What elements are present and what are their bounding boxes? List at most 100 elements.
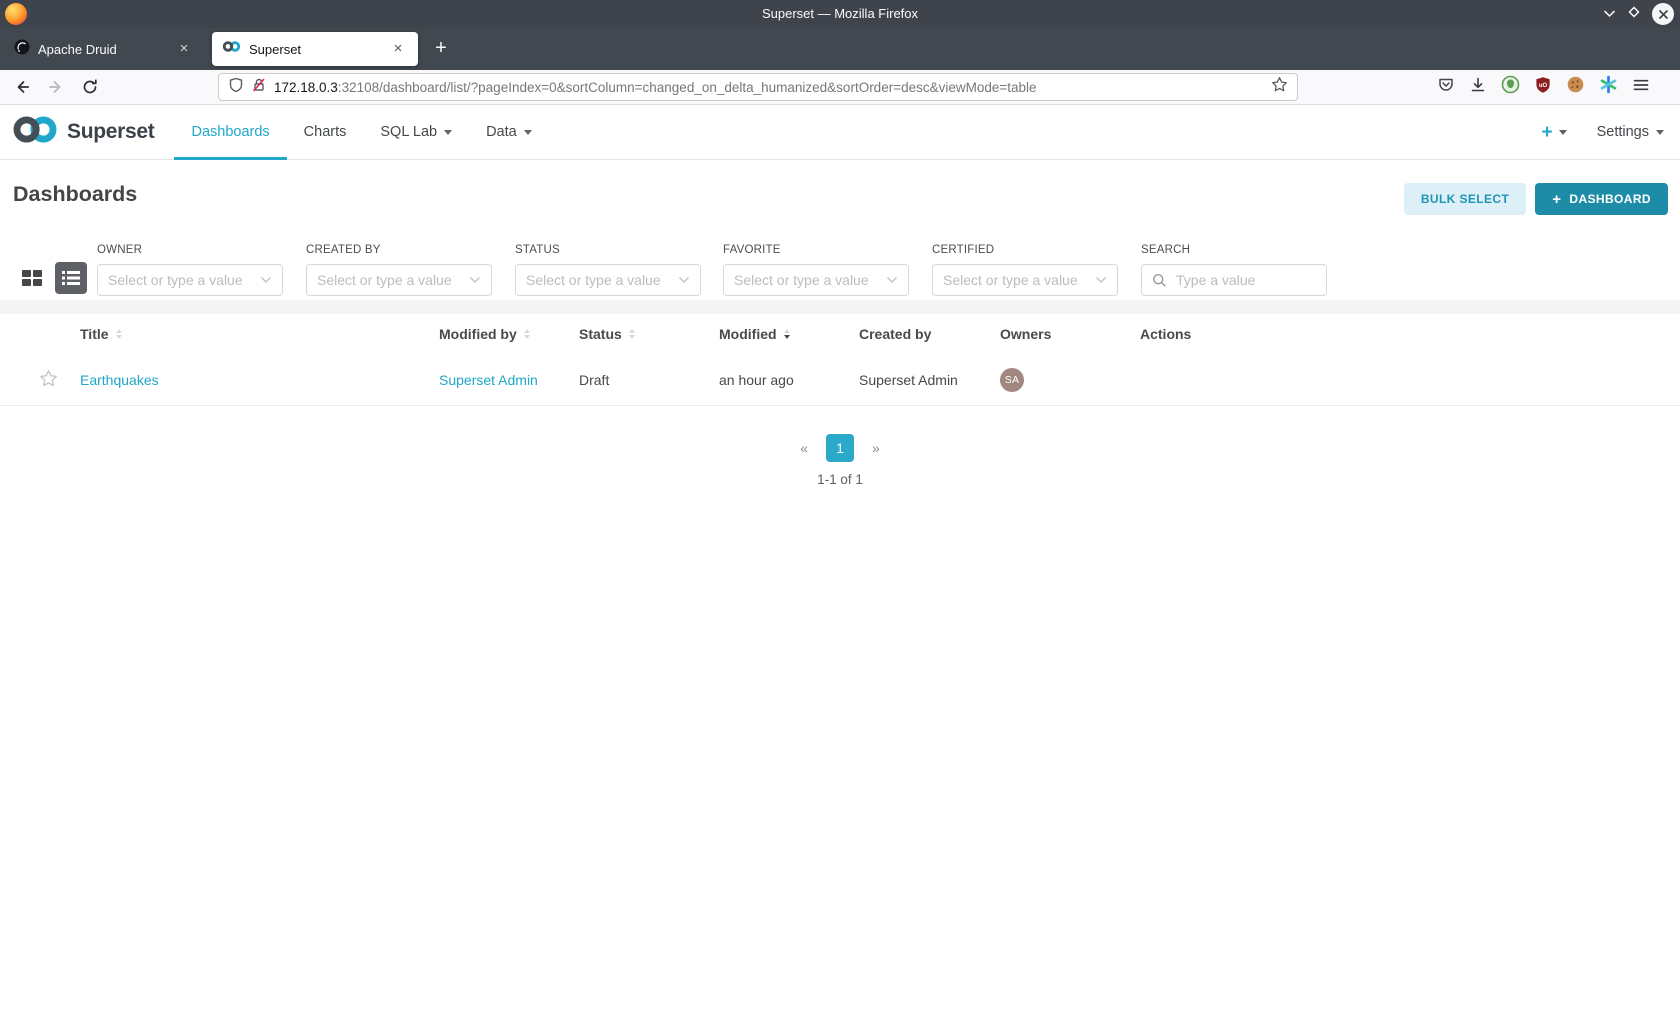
- reload-button[interactable]: [76, 73, 104, 101]
- maximize-icon[interactable]: [1627, 5, 1641, 24]
- column-header-title[interactable]: Title: [80, 326, 439, 342]
- chevron-down-icon: [679, 277, 689, 283]
- status-filter-select[interactable]: Select or type a value: [515, 264, 701, 296]
- select-placeholder: Select or type a value: [526, 272, 661, 288]
- dashboard-link[interactable]: Earthquakes: [80, 372, 159, 388]
- page-title: Dashboards: [13, 182, 138, 206]
- forward-button[interactable]: [42, 73, 70, 101]
- druid-favicon-icon: [14, 39, 30, 60]
- tab-apache-druid[interactable]: Apache Druid ×: [4, 32, 204, 66]
- new-dashboard-label: DASHBOARD: [1569, 192, 1651, 206]
- filter-label-created-by: CREATED BY: [306, 244, 381, 256]
- nav-item-label: Charts: [303, 124, 347, 140]
- pinwheel-extension-icon[interactable]: [1599, 75, 1618, 99]
- nav-item-label: SQL Lab: [380, 124, 438, 140]
- brand-name: Superset: [67, 120, 155, 143]
- shield-icon[interactable]: [228, 77, 244, 98]
- search-icon: [1152, 273, 1166, 287]
- next-page-button[interactable]: »: [872, 440, 880, 456]
- list-view-toggle[interactable]: [55, 262, 87, 294]
- select-placeholder: Select or type a value: [734, 272, 869, 288]
- filter-label-owner: OWNER: [97, 244, 143, 256]
- menu-hamburger-icon[interactable]: [1632, 76, 1650, 99]
- pocket-icon[interactable]: [1437, 76, 1455, 99]
- ublock-icon[interactable]: uO: [1534, 76, 1552, 99]
- new-tab-button[interactable]: +: [428, 36, 454, 62]
- search-input[interactable]: [1174, 271, 1316, 289]
- favorite-filter-select[interactable]: Select or type a value: [723, 264, 909, 296]
- filter-label-search: SEARCH: [1141, 244, 1191, 256]
- certified-filter-select[interactable]: Select or type a value: [932, 264, 1118, 296]
- modified-cell: an hour ago: [719, 371, 794, 388]
- nav-item-sql-lab[interactable]: SQL Lab: [363, 105, 469, 159]
- favorite-star-icon[interactable]: [39, 369, 58, 391]
- minimize-icon[interactable]: [1603, 5, 1616, 23]
- cookie-extension-icon[interactable]: [1566, 75, 1585, 99]
- column-header-status[interactable]: Status: [579, 326, 719, 342]
- chevron-down-icon: [1096, 277, 1106, 283]
- status-cell: Draft: [579, 371, 610, 388]
- browser-tab-bar: Apache Druid × Superset × +: [0, 28, 1680, 70]
- window-title: Superset — Mozilla Firefox: [761, 6, 919, 21]
- row-count-summary: 1-1 of 1: [817, 472, 863, 487]
- new-dashboard-button[interactable]: + DASHBOARD: [1535, 183, 1668, 215]
- page-1-button[interactable]: 1: [826, 434, 854, 462]
- back-button[interactable]: [8, 73, 36, 101]
- tab-close-icon[interactable]: ×: [388, 39, 408, 59]
- superset-navbar: Superset Dashboards Charts SQL Lab Data …: [0, 105, 1680, 160]
- superset-favicon-icon: [222, 40, 241, 58]
- nav-item-data[interactable]: Data: [469, 105, 549, 159]
- url-host: 172.18.0.3: [274, 79, 338, 95]
- tab-superset[interactable]: Superset ×: [212, 32, 418, 66]
- column-label: Actions: [1140, 326, 1192, 342]
- svg-text:uO: uO: [1539, 82, 1548, 88]
- column-header-modified[interactable]: Modified: [719, 326, 859, 342]
- url-bar[interactable]: 172.18.0.3:32108/dashboard/list/?pageInd…: [218, 73, 1298, 101]
- settings-menu[interactable]: Settings: [1597, 124, 1664, 140]
- column-label: Owners: [1000, 326, 1052, 342]
- add-new-menu-button[interactable]: +: [1541, 121, 1567, 143]
- modified-by-link[interactable]: Superset Admin: [439, 372, 538, 388]
- tab-label: Apache Druid: [38, 41, 117, 57]
- select-placeholder: Select or type a value: [943, 272, 1078, 288]
- card-view-toggle[interactable]: [19, 265, 45, 291]
- sort-desc-icon: [783, 329, 790, 339]
- column-label: Modified by: [439, 326, 517, 342]
- chevron-down-icon: [523, 129, 532, 135]
- nav-item-label: Dashboards: [191, 124, 270, 140]
- firefox-window: Superset — Mozilla Firefox Apache Druid …: [0, 0, 1680, 1012]
- column-label: Modified: [719, 326, 777, 342]
- filter-label-favorite: FAVORITE: [723, 244, 781, 256]
- prev-page-button[interactable]: «: [800, 440, 808, 456]
- close-icon[interactable]: [1652, 3, 1674, 25]
- owner-avatar[interactable]: SA: [1000, 367, 1024, 392]
- downloads-icon[interactable]: [1469, 76, 1487, 99]
- title-cell: Earthquakes: [80, 372, 439, 388]
- chevron-down-icon: [1558, 129, 1567, 135]
- superset-logo[interactable]: Superset: [12, 114, 155, 150]
- nav-item-charts[interactable]: Charts: [287, 105, 364, 159]
- sort-icon: [523, 329, 530, 339]
- plus-icon: +: [1541, 121, 1553, 143]
- chevron-down-icon: [470, 277, 480, 283]
- plus-icon: +: [1552, 190, 1562, 208]
- insecure-lock-icon[interactable]: [251, 77, 267, 98]
- modified-by-cell: Superset Admin: [439, 372, 579, 388]
- created-by-filter-select[interactable]: Select or type a value: [306, 264, 492, 296]
- url-path: :32108/dashboard/list/?pageIndex=0&sortC…: [337, 79, 1037, 95]
- owner-filter-select[interactable]: Select or type a value: [97, 264, 283, 296]
- nav-item-dashboards[interactable]: Dashboards: [174, 105, 287, 160]
- nav-item-label: Data: [486, 124, 517, 140]
- window-titlebar: Superset — Mozilla Firefox: [0, 0, 1680, 28]
- sort-icon: [115, 329, 122, 339]
- table-header-row: Title Modified by Status Modified Create…: [0, 314, 1680, 354]
- bookmark-star-icon[interactable]: [1271, 76, 1288, 98]
- column-label: Title: [80, 326, 109, 342]
- tab-close-icon[interactable]: ×: [174, 39, 194, 59]
- url-text[interactable]: 172.18.0.3:32108/dashboard/list/?pageInd…: [274, 80, 1264, 95]
- column-header-modified-by[interactable]: Modified by: [439, 326, 579, 342]
- bulk-select-button[interactable]: BULK SELECT: [1403, 183, 1527, 215]
- sort-icon: [628, 329, 635, 339]
- privacy-extension-icon[interactable]: [1501, 75, 1520, 99]
- select-placeholder: Select or type a value: [317, 272, 452, 288]
